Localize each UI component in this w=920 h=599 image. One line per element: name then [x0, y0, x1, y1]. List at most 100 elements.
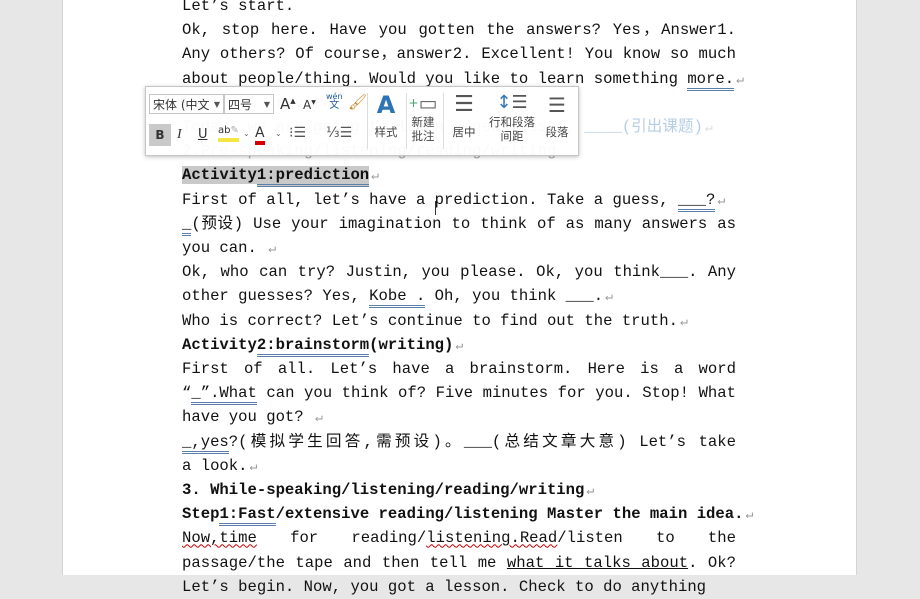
numbered-list-icon: ⅓☰ — [326, 125, 353, 141]
text-run: Ok, who can try? Justin, you please. Ok,… — [182, 263, 736, 282]
text-run: First of all, let’s have a prediction. T… — [182, 190, 678, 209]
bullet-list-icon: ⁝☰ — [289, 125, 307, 141]
mini-toolbar: 宋体 (中文 ▼ 四号 ▼ A▲ A▼ wén 文 🖌 B I U ab✎ ⌄ A ⌄… — [145, 86, 579, 156]
document-line[interactable]: have you got? ↵ — [182, 405, 736, 429]
text-run: have you got? — [182, 408, 314, 427]
font-size-value: 四号 — [228, 98, 253, 112]
document-line[interactable]: Now,time for reading/listening.Read/list… — [182, 526, 736, 550]
text-run: Now,time — [182, 529, 257, 548]
font-name-value: 宋体 (中文 — [153, 98, 210, 112]
new-comment-label: 新建 — [411, 115, 435, 129]
font-size-select[interactable]: 四号 ▼ — [224, 94, 274, 114]
document-line[interactable]: Ok, who can try? Justin, you please. Ok,… — [182, 260, 736, 284]
text-run: /listen to the — [557, 529, 736, 548]
document-line[interactable]: 3. While-speaking/listening/reading/writ… — [182, 478, 736, 502]
paragraph-mark-icon: ↵ — [717, 192, 726, 208]
line-spacing-icon: ↕☰ — [496, 92, 528, 113]
text-run: other guesses? Yes, — [182, 287, 370, 306]
font-name-select[interactable]: 宋体 (中文 ▼ — [149, 94, 224, 114]
bullets-button[interactable]: ⁝☰ — [289, 125, 306, 141]
bold-button[interactable]: B — [149, 124, 171, 146]
numbering-button[interactable]: ⅓☰ — [326, 125, 352, 141]
styles-button[interactable]: A 样式 — [370, 91, 402, 139]
shrink-font-button[interactable]: A▼ — [303, 98, 316, 112]
text-run: ?(模拟学生回答,需预设)。___(总结文章大意) Let’s take — [228, 432, 736, 451]
document-line[interactable]: Activity2:brainstorm(writing) ↵ — [182, 333, 736, 357]
text-run: (writing) — [369, 335, 454, 354]
italic-icon: I — [177, 127, 182, 142]
text-run: 1:Fast — [219, 505, 276, 527]
phonetic-guide-button[interactable]: wén 文 — [326, 92, 343, 111]
grow-font-button[interactable]: A▲ — [280, 95, 296, 113]
document-line[interactable]: Let’s start. — [182, 0, 736, 18]
text-run: ___? — [677, 190, 716, 212]
document-line[interactable]: _,yes?(模拟学生回答,需预设)。___(总结文章大意) Let’s tak… — [182, 430, 736, 454]
text-run: Any others? Of course，answer2. Excellent… — [182, 45, 736, 64]
text-run: Let’s begin. Now, you got a lesson. Chec… — [182, 577, 707, 596]
styles-label: 样式 — [374, 125, 398, 139]
paragraph-mark-icon: ↵ — [268, 241, 277, 256]
paragraph-mark-icon: ↵ — [605, 289, 613, 305]
document-line[interactable]: a look. ↵ — [182, 454, 736, 478]
text-run: 1:prediction — [256, 166, 370, 188]
document-line[interactable]: First of all, let’s have a prediction. T… — [182, 188, 736, 212]
text-run: ____(引出课题) — [584, 118, 703, 136]
font-color-button[interactable]: A — [255, 125, 265, 145]
text-run: a look. — [182, 456, 248, 475]
new-comment-button[interactable]: +▭ 新建 批注 — [408, 91, 438, 143]
text-run: Oh, you think ___. — [425, 287, 604, 306]
separator — [367, 93, 368, 149]
document-line[interactable]: Let’s begin. Now, you got a lesson. Chec… — [182, 575, 736, 599]
underline-button[interactable]: U — [198, 127, 208, 142]
text-run: what it talks about — [506, 553, 689, 572]
center-button[interactable]: ☰ 居中 — [449, 91, 479, 139]
paragraph-mark-icon: ↵ — [679, 313, 688, 329]
paragraph-button[interactable]: ☰ 段落 — [542, 91, 572, 139]
paragraph-mark-icon: ↵ — [371, 168, 379, 184]
text-run: Let’s start. — [182, 0, 295, 15]
highlight-dropdown[interactable]: ⌄ — [243, 129, 250, 138]
highlight-icon: ab — [218, 125, 231, 136]
text-run: _,yes — [182, 432, 229, 454]
document-line[interactable]: Ok, stop here. Have you gotten the answe… — [182, 18, 736, 42]
document-line[interactable]: passage/the tape and then tell me what i… — [182, 551, 736, 575]
text-run: Kobe . — [369, 287, 426, 309]
font-color-icon: A — [255, 125, 265, 141]
text-run: Ok, stop here. Have you gotten the answe… — [182, 21, 736, 40]
text-run: you can. — [182, 239, 267, 257]
text-run: _”.What — [191, 384, 257, 406]
font-color-dropdown[interactable]: ⌄ — [275, 129, 282, 138]
document-line[interactable]: _(预设) Use your imagination to think of a… — [182, 212, 736, 236]
document-line[interactable]: you can. ↵ — [182, 236, 736, 260]
highlight-button[interactable]: ab✎ — [218, 124, 239, 142]
paragraph-mark-icon: ↵ — [455, 337, 464, 353]
document-line[interactable]: “_”.What can you think of? Five minutes … — [182, 381, 736, 406]
line-spacing-button[interactable]: ↕☰ 行和段落 间距 — [486, 91, 538, 143]
text-run: 3. While-speaking/listening/reading/writ… — [182, 481, 585, 499]
document-line[interactable]: Who is correct? Let’s continue to find o… — [182, 309, 736, 333]
center-label: 居中 — [452, 125, 476, 139]
text-run: about people/thing. Would you like to le… — [182, 69, 688, 88]
text-run: Step — [182, 505, 220, 524]
paragraph-mark-icon: ↵ — [745, 507, 754, 523]
text-run: _ — [182, 214, 192, 236]
line-spacing-label-2: 间距 — [500, 129, 524, 143]
paragraph-mark-icon: ↵ — [586, 483, 595, 498]
document-line[interactable]: Step1:Fast/extensive reading/listening M… — [182, 502, 753, 527]
comment-add-icon: +▭ — [408, 91, 438, 115]
separator — [443, 93, 444, 149]
text-run: “ — [182, 384, 192, 403]
chevron-down-icon: ▼ — [213, 100, 220, 109]
text-run: . Ok? — [688, 553, 736, 572]
align-center-icon: ☰ — [454, 92, 474, 117]
text-run: passage/the tape and then tell me — [182, 553, 507, 572]
document-line[interactable]: Any others? Of course，answer2. Excellent… — [182, 42, 736, 66]
document-line[interactable]: other guesses? Yes, Kobe . Oh, you think… — [182, 284, 736, 309]
text-run: for reading/ — [256, 529, 427, 548]
text-run: can you think of? Five minutes for you. … — [256, 384, 736, 403]
format-painter-button[interactable]: 🖌 — [348, 93, 367, 111]
new-comment-label-2: 批注 — [411, 129, 435, 143]
italic-button[interactable]: I — [177, 127, 182, 143]
document-line[interactable]: First of all. Let’s have a brainstorm. H… — [182, 357, 736, 381]
document-line[interactable]: Activity1:prediction ↵ — [182, 163, 736, 188]
